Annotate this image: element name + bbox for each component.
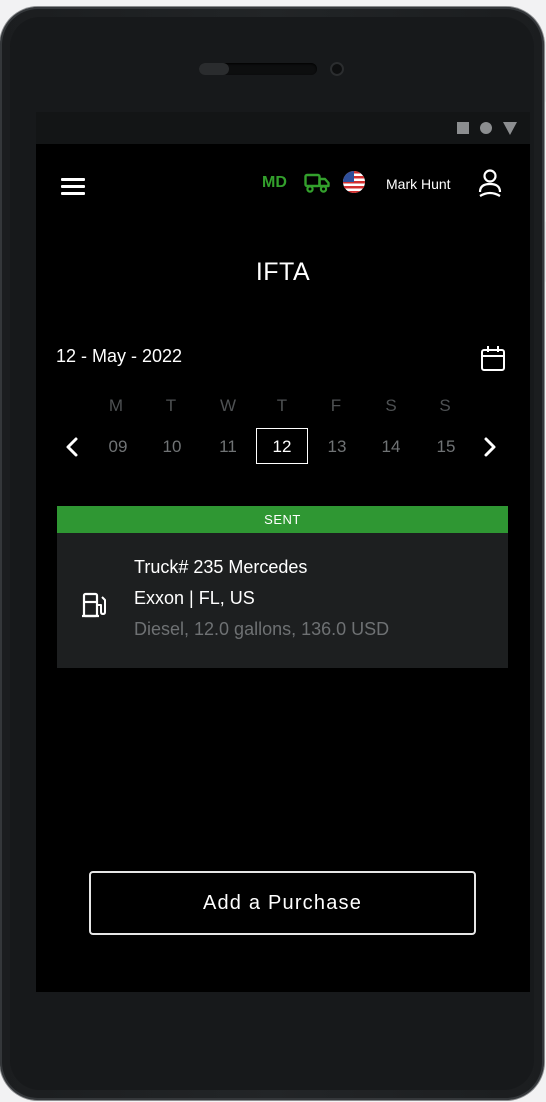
- fuel-pump-icon: [82, 592, 106, 618]
- menu-icon[interactable]: [61, 178, 85, 196]
- current-date: 12 - May - 2022: [56, 346, 183, 366]
- recent-apps-icon[interactable]: [457, 122, 469, 134]
- weekday-label: S: [439, 396, 451, 415]
- weekday-label: S: [385, 396, 397, 415]
- status-badge: SENT: [57, 506, 508, 533]
- weekday-label: T: [165, 396, 177, 415]
- status-bar: [36, 112, 530, 144]
- truck-name: Truck# 235 Mercedes: [134, 557, 308, 577]
- day-cell[interactable]: 11: [208, 432, 248, 462]
- weekday-label: T: [276, 396, 288, 415]
- calendar-icon[interactable]: [480, 345, 506, 372]
- app-screen: MD Mark Hunt IFTA 12 - May - 2022 M T W …: [36, 112, 530, 992]
- home-icon[interactable]: [480, 122, 492, 134]
- back-icon[interactable]: [503, 122, 517, 135]
- next-week-arrow-icon[interactable]: [478, 432, 502, 462]
- fuel-details: Diesel, 12.0 gallons, 136.0 USD: [134, 619, 390, 639]
- truck-icon: [304, 173, 330, 193]
- weekday-label: M: [108, 396, 124, 415]
- user-icon[interactable]: [478, 168, 502, 198]
- day-cell[interactable]: 10: [152, 432, 192, 462]
- day-cell[interactable]: 15: [426, 432, 466, 462]
- vendor-location: Exxon | FL, US: [134, 588, 255, 608]
- us-flag-icon[interactable]: [343, 171, 365, 193]
- weekday-label: W: [219, 396, 237, 415]
- day-cell[interactable]: 14: [371, 432, 411, 462]
- weekday-label: F: [330, 396, 342, 415]
- day-cell[interactable]: 13: [317, 432, 357, 462]
- phone-camera: [330, 62, 344, 76]
- add-purchase-button[interactable]: Add a Purchase: [89, 871, 476, 935]
- selected-day-cell[interactable]: 12: [256, 428, 308, 464]
- day-cell[interactable]: 09: [98, 432, 138, 462]
- previous-week-arrow-icon[interactable]: [60, 432, 84, 462]
- state-code: MD: [262, 174, 287, 191]
- user-name[interactable]: Mark Hunt: [386, 176, 451, 192]
- phone-sensor: [199, 63, 229, 75]
- week-strip: M T W T F S S 09 10 11 12 13 14 15: [36, 396, 530, 476]
- page-title: IFTA: [255, 258, 311, 286]
- purchase-card[interactable]: SENT Truck# 235 Mercedes Exxon | FL, US …: [57, 506, 508, 668]
